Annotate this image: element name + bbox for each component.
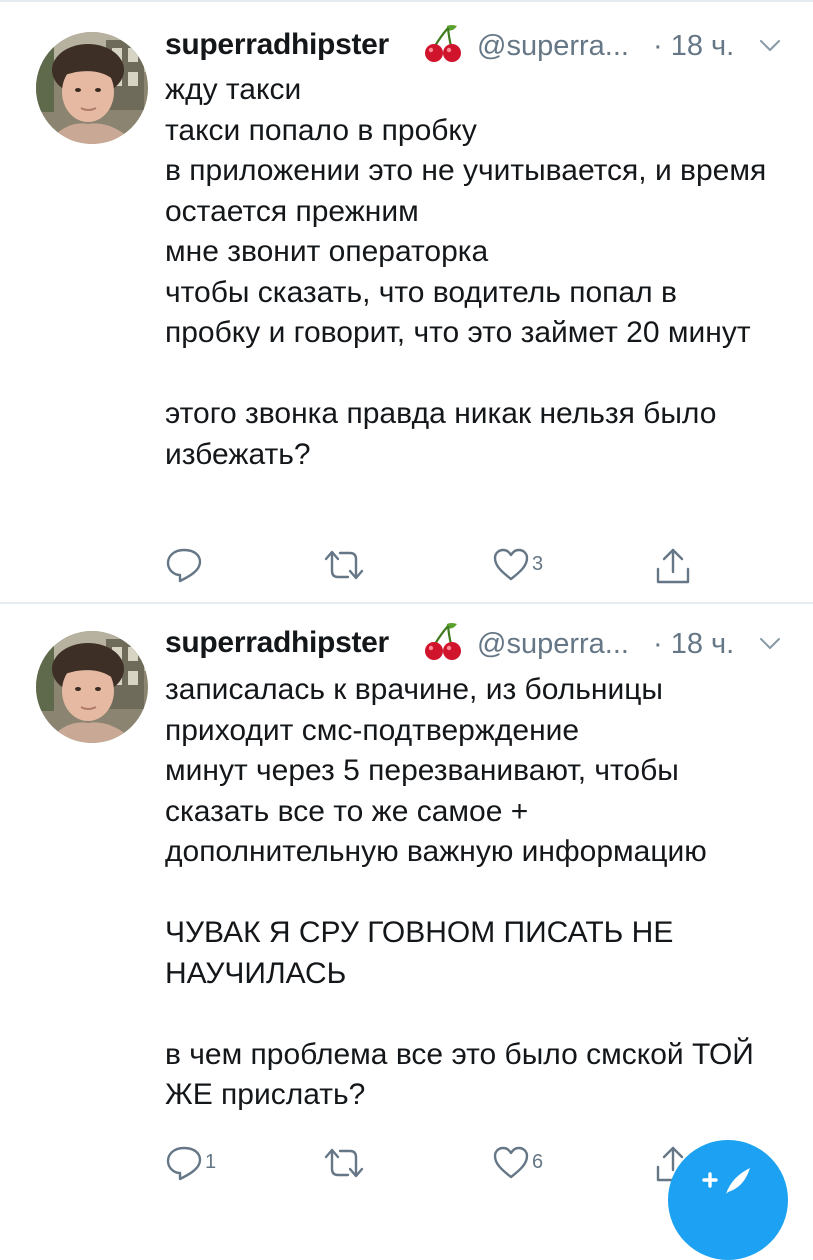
share-icon	[656, 548, 690, 584]
reply-button[interactable]	[165, 541, 255, 589]
like-button[interactable]: 3	[492, 541, 592, 589]
compose-tweet-button[interactable]	[668, 1140, 788, 1260]
tweet-text: жду такси такси попало в пробку в прилож…	[165, 73, 767, 471]
share-button[interactable]	[655, 541, 715, 589]
display-name[interactable]: superradhipster	[165, 28, 389, 62]
username-handle[interactable]: @superra...	[477, 628, 629, 661]
tweet-text: записалась к врачине, из больницы приход…	[165, 673, 754, 1111]
tweet-actions: 1 6	[165, 1139, 725, 1187]
heart-icon	[493, 548, 529, 581]
retweet-button[interactable]	[322, 1139, 412, 1187]
retweet-button[interactable]	[322, 541, 412, 589]
timestamp[interactable]: · 18 ч.	[653, 628, 734, 661]
cherry-icon	[425, 623, 461, 660]
heart-icon	[493, 1146, 529, 1179]
reply-button[interactable]: 1	[165, 1139, 255, 1187]
avatar[interactable]	[36, 32, 148, 144]
display-name[interactable]: superradhipster	[165, 626, 389, 660]
retweet-icon	[324, 550, 364, 580]
like-count: 3	[532, 553, 544, 575]
tweet-header: superradhipster @superra... · 18 ч.	[165, 618, 795, 668]
like-count: 6	[532, 1151, 544, 1173]
tweet-actions: 3	[165, 541, 725, 589]
chevron-down-icon[interactable]	[759, 38, 781, 54]
retweet-icon	[324, 1148, 364, 1178]
username-handle[interactable]: @superra...	[477, 30, 629, 63]
tweet-header: superradhipster @superra... · 18 ч.	[165, 20, 795, 70]
reply-icon	[166, 548, 202, 583]
like-button[interactable]: 6	[492, 1139, 592, 1187]
avatar[interactable]	[36, 631, 148, 743]
reply-count: 1	[205, 1151, 217, 1173]
chevron-down-icon[interactable]	[759, 636, 781, 652]
reply-icon	[166, 1146, 202, 1181]
cherry-icon	[425, 25, 461, 62]
compose-tweet-icon	[702, 1168, 750, 1194]
timestamp[interactable]: · 18 ч.	[653, 30, 734, 63]
tweet[interactable]: superradhipster @superra... · 18 ч. запи…	[0, 603, 813, 1200]
tweet[interactable]: superradhipster @superra... · 18 ч. жду …	[0, 0, 813, 603]
